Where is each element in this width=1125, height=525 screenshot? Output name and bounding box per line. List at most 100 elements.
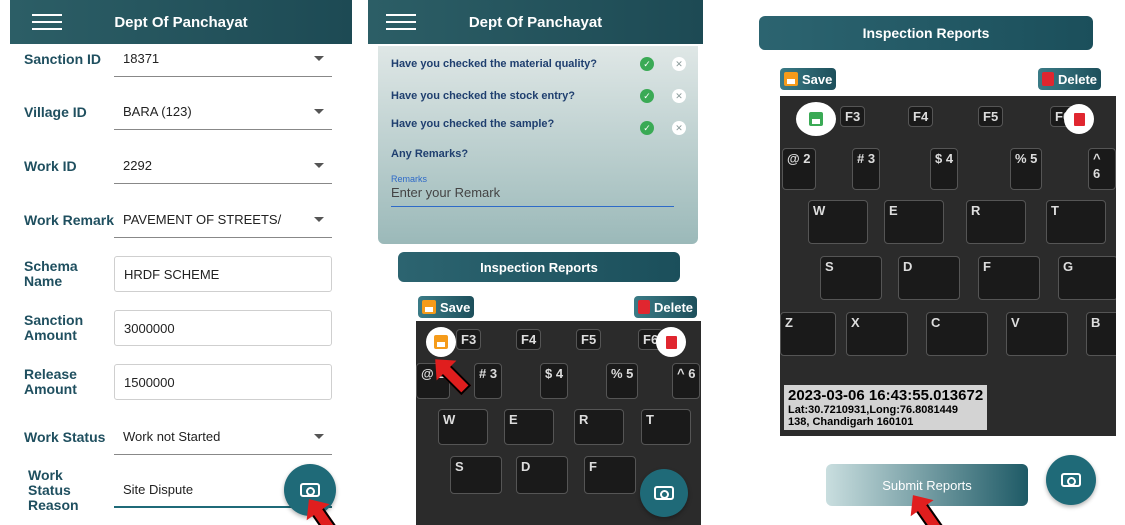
button-label: Delete	[1058, 71, 1098, 87]
keycap: D	[898, 256, 960, 300]
app-bar: Dept Of Panchayat	[368, 0, 703, 44]
app-title: Dept Of Panchayat	[114, 13, 248, 31]
field-work-id: Work ID 2292	[24, 147, 334, 185]
field-value: BARA (123)	[123, 104, 192, 119]
field-label: Work Status	[24, 428, 106, 445]
field-label: Work Status Reason	[28, 466, 79, 513]
field-value: 1500000	[124, 374, 175, 390]
field-label: Release Amount	[24, 366, 77, 397]
button-label: Save	[440, 299, 471, 315]
checklist-screen: Dept Of Panchayat Have you checked the m…	[368, 0, 703, 525]
keycap: F3	[840, 106, 866, 127]
section-title: Inspection Reports	[759, 16, 1093, 50]
keycap: C	[926, 312, 988, 356]
work-remark-dropdown[interactable]: PAVEMENT OF STREETS/	[114, 202, 332, 238]
check-icon[interactable]: ✓	[640, 57, 654, 71]
stamp-coords: Lat:30.7210931,Long:76.8081449	[788, 404, 958, 416]
keycap: F4	[908, 106, 934, 127]
keycap: B	[1086, 312, 1116, 356]
sanction-amount-input[interactable]: 3000000	[114, 310, 332, 346]
keycap: D	[516, 456, 568, 494]
keycap: @ 2	[782, 148, 816, 190]
field-value: Site Dispute	[123, 481, 194, 497]
field-value: 18371	[123, 51, 160, 66]
remarks-input[interactable]: Enter your Remark	[391, 185, 674, 207]
delete-photo-button[interactable]	[1064, 104, 1094, 134]
keycap: ^ 6	[1088, 148, 1116, 190]
field-value: 3000000	[124, 320, 175, 336]
report-screen: Inspection Reports Save Delete F3 F4 F5 …	[722, 0, 1125, 525]
work-status-dropdown[interactable]: Work not Started	[114, 419, 332, 455]
field-schema-name: Schema Name HRDF SCHEME	[24, 256, 334, 292]
work-id-dropdown[interactable]: 2292	[114, 148, 332, 184]
keycap: E	[884, 200, 944, 244]
chevron-down-icon	[314, 56, 324, 61]
keycap: S	[820, 256, 882, 300]
app-bar: Dept Of Panchayat	[10, 0, 352, 44]
field-work-status: Work Status Work not Started	[24, 418, 334, 456]
keycap: E	[504, 409, 554, 445]
save-icon	[809, 112, 823, 126]
field-value: HRDF SCHEME	[124, 266, 220, 282]
geo-stamp: 2023-03-06 16:43:55.013672 Lat:30.721093…	[784, 385, 988, 430]
close-icon[interactable]: ✕	[672, 89, 686, 103]
keycap: X	[846, 312, 908, 356]
field-sanction-amount: Sanction Amount 3000000	[24, 310, 334, 346]
button-label: Delete	[654, 299, 694, 315]
question-text: Have you checked the sample?	[391, 118, 555, 130]
save-icon	[422, 300, 436, 314]
delete-button[interactable]: Delete	[1038, 68, 1102, 90]
delete-button[interactable]: Delete	[634, 296, 698, 318]
keycap: # 3	[852, 148, 881, 190]
release-amount-input[interactable]: 1500000	[114, 364, 332, 400]
inspection-photo: F3 F4 F5 F6 @ 2 # 3 $ 4 % 5 ^ 6 W E R T …	[780, 96, 1116, 436]
remarks-label: Remarks	[391, 174, 428, 184]
field-label: Village ID	[24, 103, 87, 120]
keycap: T	[641, 409, 691, 445]
keycap: F4	[516, 329, 542, 350]
village-id-dropdown[interactable]: BARA (123)	[114, 94, 332, 130]
field-label: Work Remark	[24, 211, 115, 228]
stamp-address: 138, Chandigarh 160101	[788, 416, 914, 428]
keycap: ^ 6	[672, 363, 701, 399]
save-icon	[434, 335, 448, 349]
camera-button[interactable]	[640, 469, 688, 517]
sanction-id-dropdown[interactable]: 18371	[114, 41, 332, 77]
save-button[interactable]: Save	[780, 68, 837, 90]
keycap: % 5	[606, 363, 639, 399]
check-icon[interactable]: ✓	[640, 89, 654, 103]
trash-icon	[638, 300, 650, 314]
check-icon[interactable]: ✓	[640, 121, 654, 135]
inspection-photo: F3 F4 F5 F6 @ 2 # 3 $ 4 % 5 ^ 6 W E R T …	[416, 321, 701, 525]
keycap: Z	[780, 312, 836, 356]
form-screen: Dept Of Panchayat Sanction ID 18371 Vill…	[0, 0, 358, 525]
field-value: PAVEMENT OF STREETS/	[123, 212, 282, 227]
trash-icon	[665, 335, 677, 349]
section-title: Inspection Reports	[398, 252, 680, 282]
camera-button[interactable]	[1046, 455, 1096, 505]
camera-icon	[1061, 473, 1081, 487]
field-value: 2292	[123, 158, 152, 173]
save-photo-button[interactable]	[796, 102, 836, 136]
keycap: W	[438, 409, 488, 445]
close-icon[interactable]: ✕	[672, 121, 686, 135]
keycap: F	[978, 256, 1040, 300]
keycap: $ 4	[540, 363, 569, 399]
keycap: F5	[576, 329, 602, 350]
keycap: R	[574, 409, 624, 445]
keycap: R	[966, 200, 1026, 244]
button-label: Save	[802, 71, 833, 87]
delete-photo-button[interactable]	[656, 327, 686, 357]
question-text: Have you checked the material quality?	[391, 58, 598, 70]
schema-name-input[interactable]: HRDF SCHEME	[114, 256, 332, 292]
camera-icon	[654, 486, 674, 500]
keycap: G	[1058, 256, 1116, 300]
save-button[interactable]: Save	[418, 296, 475, 318]
field-label: Schema Name	[24, 258, 78, 289]
trash-icon	[1042, 72, 1054, 86]
close-icon[interactable]: ✕	[672, 57, 686, 71]
chevron-down-icon	[314, 163, 324, 168]
chevron-down-icon	[314, 109, 324, 114]
remarks-heading: Any Remarks?	[391, 148, 469, 160]
keycap: W	[808, 200, 868, 244]
